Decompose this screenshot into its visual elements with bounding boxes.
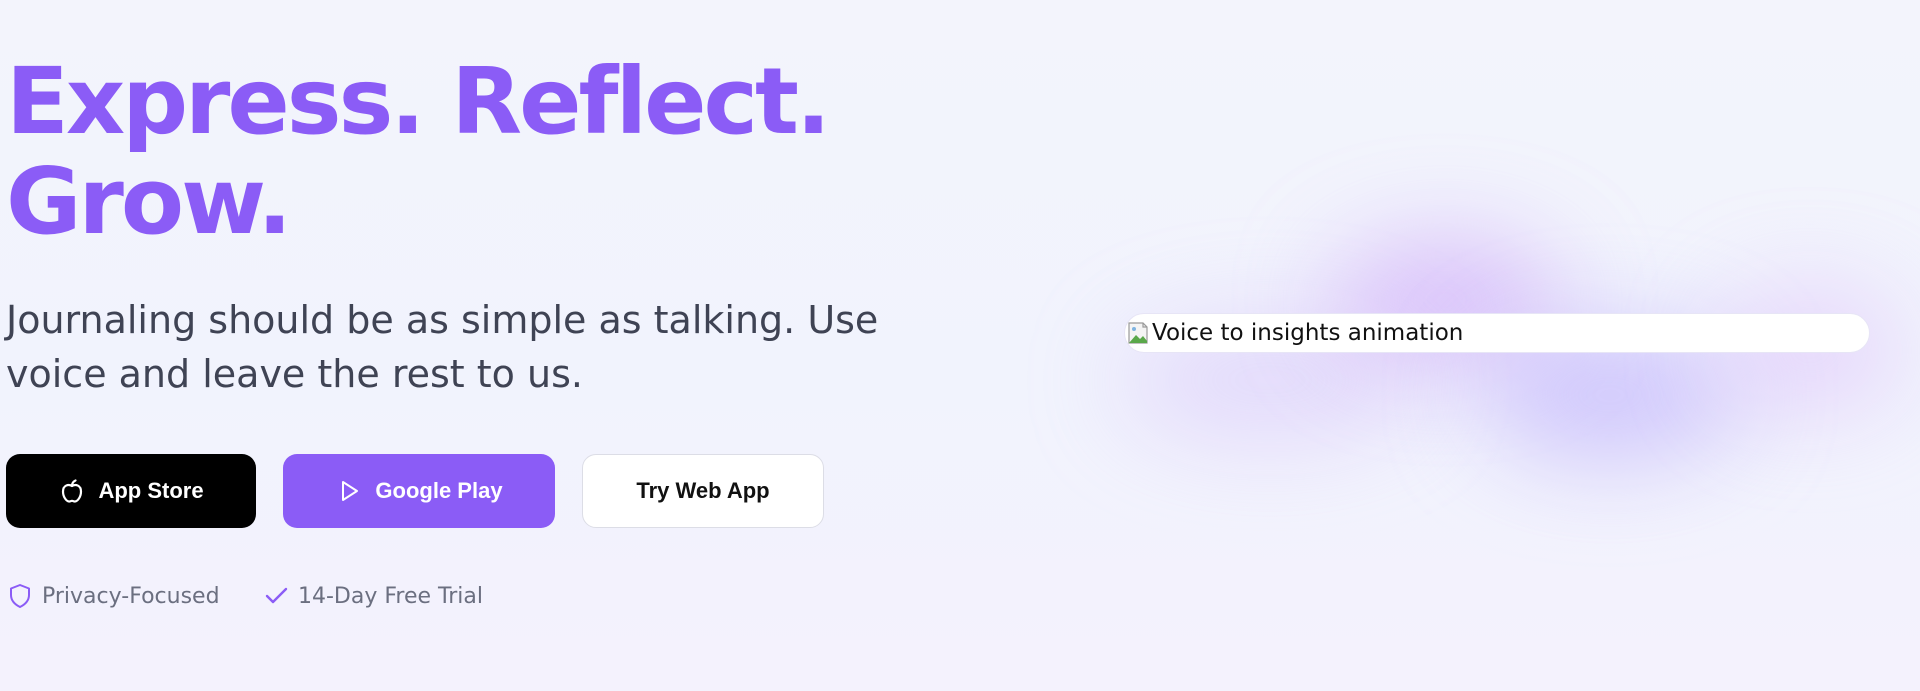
try-web-app-button[interactable]: Try Web App <box>582 454 824 528</box>
try-web-app-label: Try Web App <box>636 478 770 503</box>
apple-icon <box>58 477 86 505</box>
shield-icon <box>8 583 32 609</box>
hero-subtitle: Journaling should be as simple as talkin… <box>6 298 879 396</box>
broken-image-icon <box>1126 320 1152 346</box>
hero-section: Express. Reflect. Grow. Journaling shoul… <box>0 0 1920 691</box>
check-icon <box>264 583 288 609</box>
google-play-label: Google Play <box>375 478 503 503</box>
privacy-label: Privacy-Focused <box>42 583 220 609</box>
trial-badge: 14-Day Free Trial <box>264 583 483 609</box>
voice-insights-animation: Voice to insights animation <box>1124 313 1870 353</box>
hero-headline: Express. Reflect. Grow. <box>6 48 831 255</box>
app-store-label: App Store <box>98 478 204 503</box>
app-store-button[interactable]: App Store <box>6 454 256 528</box>
headline-line-1: Express. Reflect. <box>6 48 831 155</box>
play-icon <box>335 477 363 505</box>
headline-line-2: Grow. <box>6 148 292 255</box>
trial-label: 14-Day Free Trial <box>298 583 484 609</box>
animation-alt-text: Voice to insights animation <box>1152 320 1464 346</box>
google-play-button[interactable]: Google Play <box>283 454 555 528</box>
privacy-badge: Privacy-Focused <box>8 583 220 609</box>
